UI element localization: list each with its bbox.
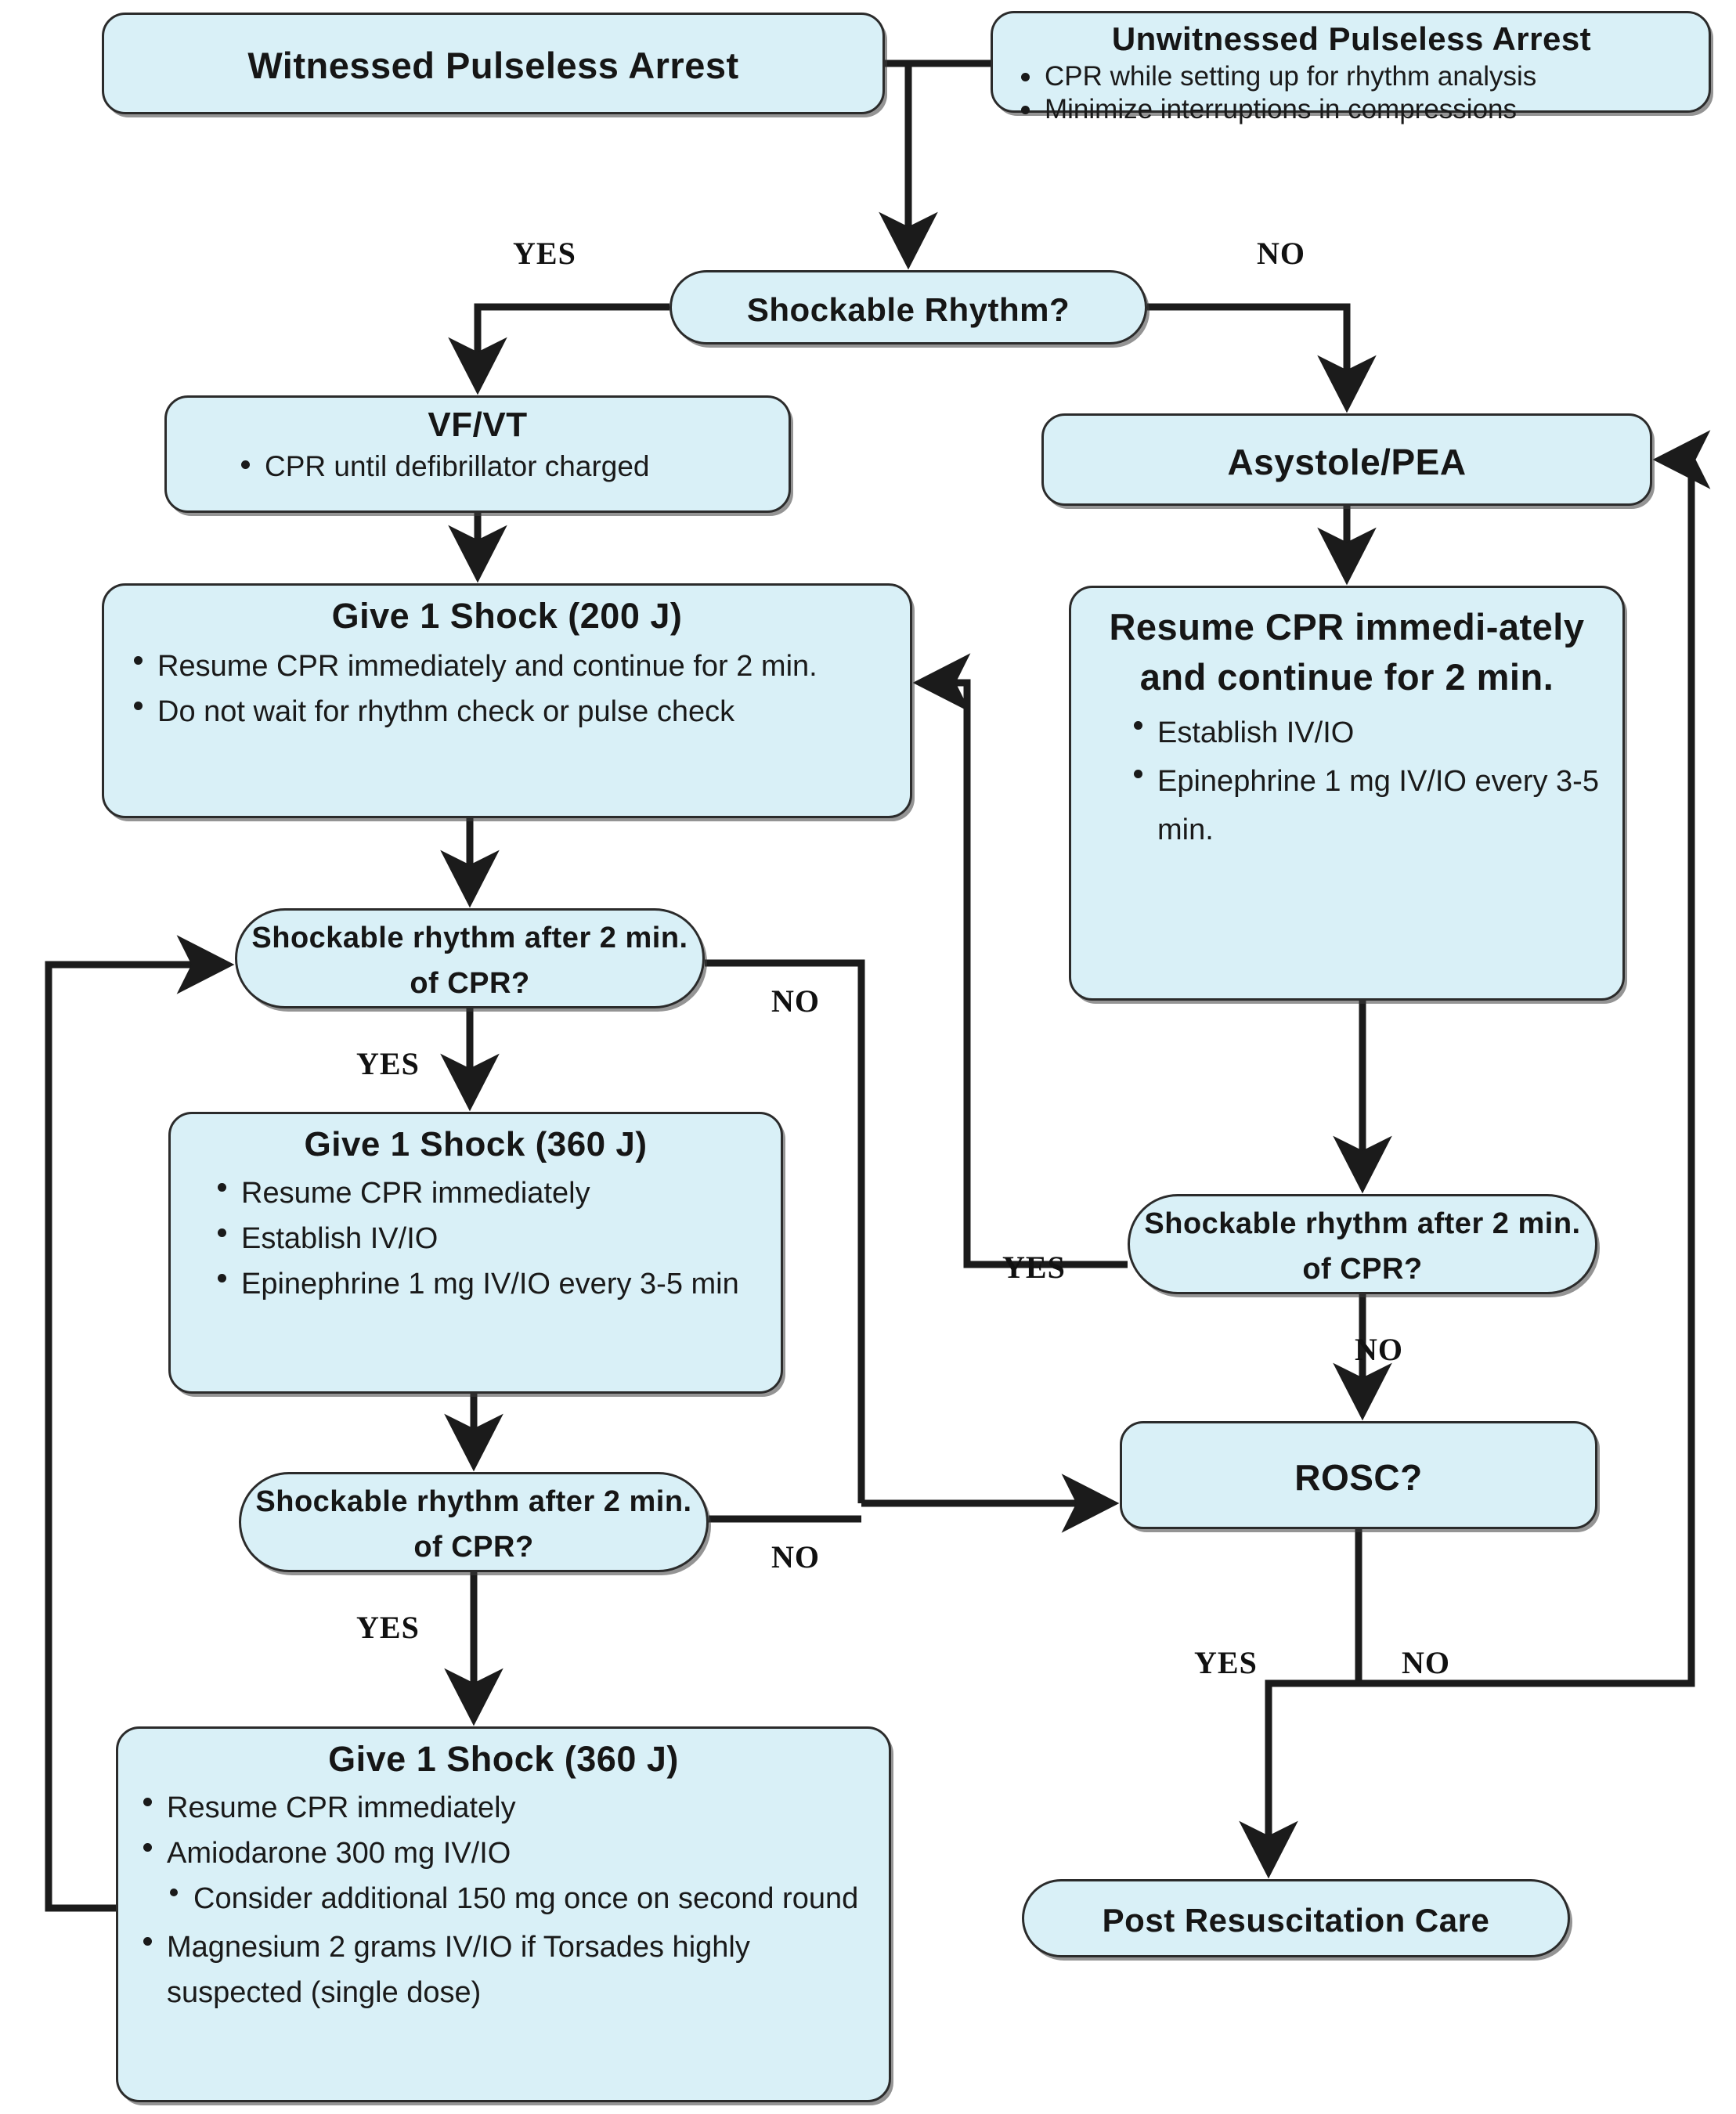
bullet-dot-icon	[1021, 72, 1030, 81]
bullet-text: Resume CPR immediately	[167, 1791, 516, 1824]
node-title: VF/VT	[428, 406, 528, 444]
node-title: Give 1 Shock (200 J)	[331, 596, 683, 636]
node-title: Give 1 Shock (360 J)	[304, 1125, 648, 1163]
node-bullet-list: Resume CPR immediately and continue for …	[134, 644, 910, 734]
edge-rosc-yes	[1239, 1529, 1362, 1879]
decision-shockable-rhythm-after-2min-3[interactable]: Shockable rhythm after 2 min. of CPR?	[239, 1472, 709, 1572]
node-vf-vt[interactable]: VF/VT CPR until defibrillator charged	[164, 395, 791, 513]
decision-shockable-rhythm-after-2min-1[interactable]: Shockable rhythm after 2 min. of CPR?	[235, 908, 705, 1008]
edge-label-no-after2min-1: NO	[771, 983, 820, 1019]
edge-label-yes-after2min-3: YES	[356, 1610, 420, 1645]
bullet-dot-icon	[218, 1228, 226, 1237]
node-give-1-shock-360j-first[interactable]: Give 1 Shock (360 J) Resume CPR immediat…	[168, 1112, 783, 1394]
list-item: Epinephrine 1 mg IV/IO every 3-5 min.	[1134, 757, 1622, 854]
node-title: Shockable rhythm after 2 min. of CPR?	[251, 922, 688, 1000]
node-title: Witnessed Pulseless Arrest	[247, 45, 739, 86]
node-resume-cpr-2min[interactable]: Resume CPR immedi-ately and continue for…	[1069, 586, 1625, 1001]
node-title: Shockable rhythm after 2 min. of CPR?	[1144, 1207, 1581, 1286]
node-bullet-list: CPR until defibrillator charged	[241, 448, 789, 485]
node-sub-bullet-list: Consider additional 150 mg once on secon…	[170, 1876, 889, 1921]
bullet-text: Establish IV/IO	[1157, 716, 1355, 749]
decision-shockable-rhythm-after-2min-2[interactable]: Shockable rhythm after 2 min. of CPR?	[1128, 1194, 1597, 1294]
list-item: Resume CPR immediately	[143, 1785, 889, 1831]
decision-rosc[interactable]: ROSC?	[1120, 1421, 1597, 1529]
list-item: Minimize interruptions in compressions	[1021, 94, 1699, 124]
list-item: Consider additional 150 mg once on secon…	[170, 1876, 889, 1921]
bullet-dot-icon	[134, 655, 143, 665]
bullet-dot-icon	[1021, 105, 1030, 114]
edge-label-no-shockable: NO	[1257, 236, 1305, 271]
bullet-text: Resume CPR immediately and continue for …	[157, 650, 817, 683]
node-bullet-list-tail: Magnesium 2 grams IV/IO if Torsades high…	[143, 1925, 889, 2015]
bullet-dot-icon	[134, 701, 143, 710]
bullet-dot-icon	[143, 1797, 152, 1806]
bullet-text: Epinephrine 1 mg IV/IO every 3-5 min	[241, 1268, 739, 1301]
list-item: Epinephrine 1 mg IV/IO every 3-5 min	[218, 1261, 781, 1307]
edge-label-yes-rosc: YES	[1194, 1645, 1258, 1680]
edge-label-yes-shockable: YES	[513, 236, 576, 271]
edge-label-no-after2min-2: NO	[1355, 1332, 1403, 1367]
node-witnessed-pulseless-arrest[interactable]: Witnessed Pulseless Arrest	[102, 13, 885, 114]
bullet-dot-icon	[143, 1842, 152, 1852]
list-item: Resume CPR immediately	[218, 1171, 781, 1216]
node-unwitnessed-pulseless-arrest[interactable]: Unwitnessed Pulseless Arrest CPR while s…	[991, 11, 1711, 124]
decision-shockable-rhythm[interactable]: Shockable Rhythm?	[669, 270, 1147, 345]
bullet-text: Resume CPR immediately	[241, 1177, 590, 1210]
edge-label-yes-after2min-2: YES	[1002, 1250, 1066, 1285]
node-bullet-list: Resume CPR immediately Establish IV/IO E…	[218, 1171, 781, 1307]
list-item: Amiodarone 300 mg IV/IO	[143, 1831, 889, 1876]
bullet-text: CPR while setting up for rhythm analysis	[1045, 61, 1537, 92]
edge-label-no-after2min-3: NO	[771, 1539, 820, 1575]
node-title: Post Resuscitation Care	[1102, 1902, 1490, 1939]
bullet-dot-icon	[143, 1936, 152, 1946]
node-bullet-list: CPR while setting up for rhythm analysis…	[1021, 61, 1699, 124]
bullet-dot-icon	[218, 1273, 226, 1282]
bullet-dot-icon	[1134, 720, 1142, 730]
list-item: CPR until defibrillator charged	[241, 448, 789, 485]
node-title: Unwitnessed Pulseless Arrest	[1111, 20, 1592, 57]
bullet-text: Magnesium 2 grams IV/IO if Torsades high…	[167, 1931, 750, 2009]
node-title: Shockable rhythm after 2 min. of CPR?	[255, 1485, 692, 1564]
node-bullet-list: Resume CPR immediately Amiodarone 300 mg…	[143, 1785, 889, 1876]
bullet-text: CPR until defibrillator charged	[265, 450, 650, 482]
edge-label-yes-after2min-1: YES	[356, 1046, 420, 1081]
node-post-resuscitation-care[interactable]: Post Resuscitation Care	[1022, 1879, 1570, 1957]
list-item: Magnesium 2 grams IV/IO if Torsades high…	[143, 1925, 889, 2015]
node-give-1-shock-360j-second[interactable]: Give 1 Shock (360 J) Resume CPR immediat…	[116, 1726, 891, 2102]
edge-shockable-no	[1147, 303, 1377, 413]
bullet-text: Amiodarone 300 mg IV/IO	[167, 1837, 511, 1870]
edge-shockable-yes	[448, 303, 669, 395]
list-item: Do not wait for rhythm check or pulse ch…	[134, 689, 910, 734]
flowchart-canvas: Witnessed Pulseless Arrest Unwitnessed P…	[0, 0, 1736, 2114]
bullet-dot-icon	[170, 1888, 178, 1896]
bullet-text: Consider additional 150 mg once on secon…	[193, 1882, 859, 1915]
bullet-text: Do not wait for rhythm check or pulse ch…	[157, 695, 735, 728]
node-bullet-list: Establish IV/IO Epinephrine 1 mg IV/IO e…	[1134, 709, 1622, 854]
node-title: Give 1 Shock (360 J)	[328, 1739, 679, 1779]
bullet-text: Minimize interruptions in compressions	[1045, 94, 1517, 124]
node-title: Shockable Rhythm?	[746, 291, 1070, 328]
list-item: Establish IV/IO	[1134, 709, 1622, 757]
node-title: Resume CPR immedi-ately and continue for…	[1109, 606, 1585, 698]
list-item: Establish IV/IO	[218, 1216, 781, 1261]
bullet-dot-icon	[1134, 769, 1142, 778]
node-asystole-pea[interactable]: Asystole/PEA	[1041, 413, 1652, 506]
node-title: ROSC?	[1294, 1457, 1423, 1498]
bullet-dot-icon	[218, 1182, 226, 1192]
node-give-1-shock-200j[interactable]: Give 1 Shock (200 J) Resume CPR immediat…	[102, 583, 912, 818]
bullet-text: Epinephrine 1 mg IV/IO every 3-5 min.	[1157, 765, 1599, 846]
bullet-text: Establish IV/IO	[241, 1222, 439, 1255]
edge-label-no-rosc: NO	[1402, 1645, 1450, 1680]
list-item: Resume CPR immediately and continue for …	[134, 644, 910, 689]
bullet-dot-icon	[241, 460, 250, 469]
list-item: CPR while setting up for rhythm analysis	[1021, 61, 1699, 92]
node-title: Asystole/PEA	[1227, 442, 1467, 482]
